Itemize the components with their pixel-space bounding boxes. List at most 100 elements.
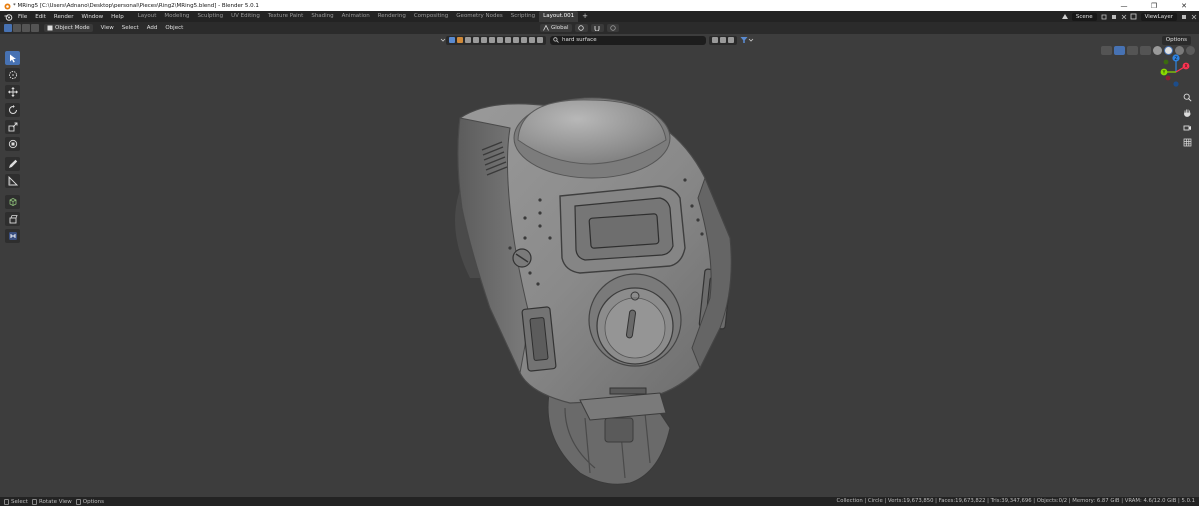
zoom-icon (1183, 93, 1192, 102)
transform-orientation-dropdown[interactable]: Global (540, 24, 572, 32)
filter-funnel-icon[interactable] (740, 36, 748, 44)
filter-world-icon[interactable] (497, 37, 503, 43)
select-new-icon[interactable] (4, 24, 12, 32)
options-dropdown[interactable]: Options (1161, 36, 1191, 45)
tab-layout-001[interactable]: Layout.001 (539, 11, 579, 22)
tab-shading[interactable]: Shading (307, 11, 337, 22)
add-workspace-button[interactable]: + (578, 11, 592, 22)
navigation-gizmo[interactable]: Z Y X (1150, 52, 1196, 92)
minimize-button[interactable]: — (1109, 0, 1139, 11)
tab-layout[interactable]: Layout (134, 11, 161, 22)
tab-animation[interactable]: Animation (338, 11, 374, 22)
select-extend-icon[interactable] (13, 24, 21, 32)
overlay-toggle-icon[interactable] (1127, 45, 1138, 55)
object-types-visibility-icon[interactable] (1101, 45, 1112, 55)
tool-extrude[interactable] (5, 211, 20, 226)
tab-modeling[interactable]: Modeling (160, 11, 193, 22)
ring-3d-model[interactable] (430, 88, 750, 498)
filter-armature-icon[interactable] (537, 37, 543, 43)
menu-render[interactable]: Render (50, 14, 78, 20)
neg-x-axis-handle[interactable] (1165, 75, 1171, 81)
status-hint-rotate-label: Rotate View (38, 498, 72, 505)
filter-icon-row (446, 35, 546, 45)
filter-light-icon[interactable] (481, 37, 487, 43)
menu-window[interactable]: Window (77, 14, 107, 20)
addon-tool-icon (8, 231, 17, 240)
blender-logo-icon[interactable] (2, 11, 14, 22)
chevron-down-icon[interactable] (748, 37, 754, 43)
select-invert-icon[interactable] (31, 24, 39, 32)
tab-uv-editing[interactable]: UV Editing (227, 11, 264, 22)
tab-geometry-nodes[interactable]: Geometry Nodes (452, 11, 506, 22)
remove-layer-icon[interactable] (1189, 11, 1199, 22)
select-subtract-icon[interactable] (22, 24, 30, 32)
topbar-right: Scene ViewLayer (1060, 11, 1199, 22)
tab-sculpting[interactable]: Sculpting (193, 11, 227, 22)
view-layer-icon[interactable] (1129, 11, 1139, 22)
camera-icon (1183, 125, 1191, 130)
status-bar: Select Rotate View Options Collection | … (0, 497, 1199, 506)
filter-material-icon[interactable] (473, 37, 479, 43)
tab-scripting[interactable]: Scripting (507, 11, 539, 22)
scene-field[interactable]: Scene (1071, 12, 1097, 21)
tool-scale[interactable] (5, 119, 20, 134)
filter-node-icon[interactable] (505, 37, 511, 43)
filter-mesh-icon[interactable] (465, 37, 471, 43)
tool-annotate[interactable] (5, 157, 20, 172)
menu-object[interactable]: Object (161, 25, 187, 31)
status-hint-select-label: Select (11, 498, 28, 505)
camera-view-button[interactable] (1181, 121, 1193, 133)
tool-select-box[interactable] (5, 51, 20, 65)
scene-icon[interactable] (1060, 11, 1070, 22)
search-input[interactable]: hard surface (550, 35, 706, 45)
menu-add[interactable]: Add (143, 25, 162, 31)
zoom-view-button[interactable] (1181, 91, 1193, 103)
tab-texture-paint[interactable]: Texture Paint (264, 11, 308, 22)
pin-icon[interactable] (1099, 11, 1109, 22)
window-controls: — ❐ ✕ (1109, 0, 1199, 11)
filter-curve-icon[interactable] (521, 37, 527, 43)
menu-view[interactable]: View (97, 25, 118, 31)
orientation-icon (543, 25, 549, 31)
menu-help[interactable]: Help (107, 14, 128, 20)
close-scene-icon[interactable] (1119, 11, 1129, 22)
tab-compositing[interactable]: Compositing (410, 11, 452, 22)
tool-rotate[interactable] (5, 102, 20, 117)
filter-text-icon[interactable] (529, 37, 535, 43)
tab-rendering[interactable]: Rendering (374, 11, 410, 22)
filter-all-icon[interactable] (449, 37, 455, 43)
extrude-icon (9, 214, 18, 224)
filter-camera-icon[interactable] (489, 37, 495, 43)
tool-add-cube[interactable] (5, 194, 20, 209)
view-layer-field[interactable]: ViewLayer (1140, 12, 1177, 21)
menu-file[interactable]: File (14, 14, 31, 20)
copy-layer-icon[interactable] (1179, 11, 1189, 22)
menu-edit[interactable]: Edit (31, 14, 50, 20)
tool-transform[interactable] (5, 136, 20, 151)
filter-object-icon[interactable] (457, 37, 463, 43)
sort-icon[interactable] (712, 37, 718, 43)
tool-extra[interactable] (5, 228, 20, 243)
tool-cursor[interactable] (5, 68, 20, 83)
view-list-icon[interactable] (728, 37, 734, 43)
snap-toggle[interactable] (590, 24, 604, 32)
pivot-point-dropdown[interactable] (574, 24, 588, 32)
new-scene-icon[interactable] (1109, 11, 1119, 22)
menu-select[interactable]: Select (118, 25, 143, 31)
neg-y-axis-handle[interactable] (1163, 59, 1169, 65)
scale-icon (8, 122, 17, 132)
tool-move[interactable] (5, 85, 20, 100)
view-grid-icon[interactable] (720, 37, 726, 43)
tool-measure[interactable] (5, 174, 20, 189)
proportional-edit-toggle[interactable] (606, 24, 619, 32)
selection-modes (4, 24, 40, 32)
mode-dropdown[interactable]: Object Mode (44, 24, 93, 32)
filter-image-icon[interactable] (513, 37, 519, 43)
neg-z-axis-handle[interactable] (1173, 81, 1179, 87)
gizmo-toggle-icon[interactable] (1114, 45, 1125, 55)
topbar: File Edit Render Window Help Layout Mode… (0, 11, 1199, 22)
perspective-toggle-button[interactable] (1181, 136, 1193, 148)
pan-view-button[interactable] (1181, 106, 1193, 118)
close-button[interactable]: ✕ (1169, 0, 1199, 11)
maximize-button[interactable]: ❐ (1139, 0, 1169, 11)
